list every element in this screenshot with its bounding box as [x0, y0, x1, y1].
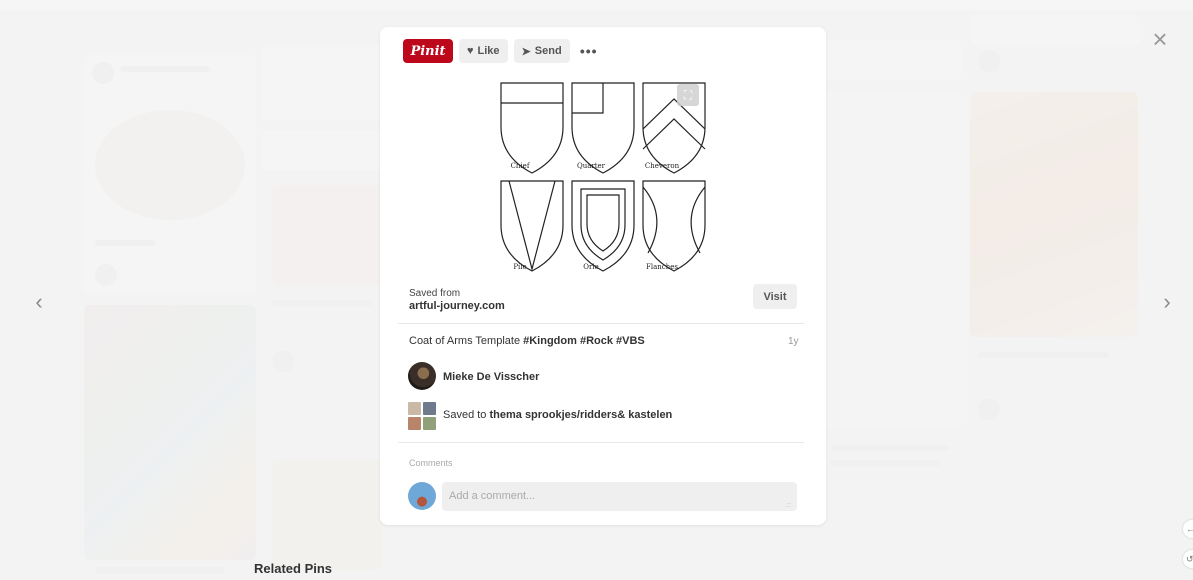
- resize-handle-icon[interactable]: .::: [785, 502, 791, 509]
- pin-age: 1y: [788, 336, 799, 347]
- pin-closeup-modal: Pinit ♥ Like ➤ Send ••• ⛶ Chief Quarter …: [380, 27, 826, 525]
- heart-icon: ♥: [467, 45, 474, 57]
- pin-image[interactable]: [492, 77, 714, 277]
- divider: [398, 323, 804, 324]
- saved-to-board: Saved to thema sprookjes/ridders& kastel…: [443, 409, 672, 421]
- related-pins-heading: Related Pins: [254, 561, 333, 576]
- comment-input[interactable]: [442, 482, 797, 511]
- shield-label: Orle: [583, 263, 599, 271]
- pin-description: Coat of Arms Template #Kingdom #Rock #VB…: [409, 335, 645, 347]
- heraldry-shields-image: [500, 82, 706, 272]
- shield-label: Cheveron: [644, 162, 680, 170]
- like-button[interactable]: ♥ Like: [459, 39, 508, 63]
- board-name-link[interactable]: thema sprookjes/ridders& kastelen: [489, 409, 672, 421]
- divider: [398, 442, 804, 443]
- shield-label: Pile: [513, 263, 527, 271]
- more-options-button[interactable]: •••: [576, 39, 602, 63]
- close-icon[interactable]: ×: [1147, 26, 1173, 52]
- shield-label: Flanches: [646, 263, 678, 271]
- board-thumbnail[interactable]: [408, 402, 436, 430]
- zoom-icon[interactable]: ⛶: [677, 84, 699, 106]
- avatar[interactable]: [408, 362, 436, 390]
- shield-label: Quarter: [576, 162, 606, 170]
- paper-plane-icon: ➤: [521, 45, 531, 58]
- chevron-left-icon[interactable]: ‹: [24, 287, 54, 317]
- pin-action-bar: Pinit ♥ Like ➤ Send •••: [403, 39, 602, 63]
- send-label: Send: [534, 45, 562, 57]
- pin-it-button[interactable]: Pinit: [403, 39, 453, 63]
- saved-from-label: Saved from: [409, 288, 461, 299]
- description-text: Coat of Arms Template: [409, 335, 524, 347]
- comments-label: Comments: [409, 458, 453, 468]
- source-site-link[interactable]: artful-journey.com: [409, 300, 505, 312]
- like-label: Like: [477, 45, 500, 57]
- avatar: [408, 482, 436, 510]
- chevron-right-icon[interactable]: ›: [1152, 287, 1182, 317]
- description-hashtags[interactable]: #Kingdom #Rock #VBS: [523, 335, 645, 347]
- send-button[interactable]: ➤ Send: [513, 39, 570, 63]
- saved-to-prefix: Saved to: [443, 409, 490, 421]
- visit-button[interactable]: Visit: [753, 284, 797, 309]
- pinner-name-link[interactable]: Mieke De Visscher: [443, 371, 539, 383]
- shield-label: Chief: [510, 162, 530, 170]
